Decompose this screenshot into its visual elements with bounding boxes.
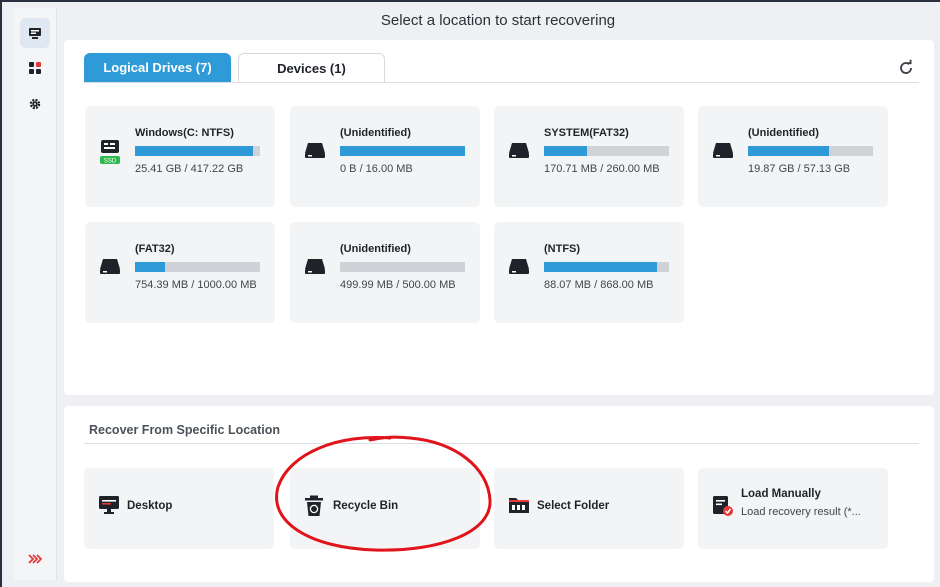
hdd-icon [305, 143, 325, 158]
location-select-folder[interactable]: Select Folder [494, 468, 684, 549]
ssd-badge: SSD [104, 159, 117, 165]
page-title: Select a location to start recovering [380, 12, 616, 29]
drive-card[interactable]: SSD Windows(C: NTFS) 25.41 GB / 417.22 G… [85, 106, 275, 207]
window-left-border [0, 0, 2, 587]
drive-usage-bar [135, 262, 260, 272]
hdd-icon [100, 259, 120, 274]
ssd-drive-icon: SSD [100, 140, 120, 165]
sidebar-item-drives[interactable] [20, 18, 50, 48]
window-top-border [0, 0, 940, 2]
drive-usage-bar [340, 262, 465, 272]
refresh-icon [900, 59, 912, 74]
folder-icon [509, 498, 529, 513]
drive-usage-bar [544, 262, 669, 272]
location-load-manually[interactable]: Load Manually Load recovery result (*... [698, 468, 888, 549]
apps-icon [29, 62, 41, 74]
drive-usage-bar [544, 146, 669, 156]
drive-card[interactable]: (Unidentified) 19.87 GB / 57.13 GB [698, 106, 888, 207]
hdd-icon [713, 143, 733, 158]
drive-usage-bar [340, 146, 465, 156]
section-divider [84, 443, 919, 444]
drive-size: 499.99 MB / 500.00 MB [340, 279, 456, 291]
drive-usage-fill [135, 146, 253, 156]
drive-usage-fill [544, 262, 657, 272]
drive-size: 170.71 MB / 260.00 MB [544, 163, 660, 175]
drive-card[interactable]: (Unidentified) 499.99 MB / 500.00 MB [290, 222, 480, 323]
drive-card[interactable]: SYSTEM(FAT32) 170.71 MB / 260.00 MB [494, 106, 684, 207]
drive-icon [29, 27, 41, 39]
location-recycle-bin[interactable]: Recycle Bin [290, 468, 480, 549]
drive-usage-bar [135, 146, 260, 156]
drives-panel: Logical Drives (7) Devices (1) SSD Windo… [64, 40, 934, 395]
drive-size: 19.87 GB / 57.13 GB [748, 163, 851, 175]
refresh-button[interactable] [896, 58, 916, 78]
specific-location-panel: Recover From Specific Location Desktop R… [64, 406, 934, 582]
sidebar-expand-button[interactable] [20, 544, 50, 574]
drive-name: (Unidentified) [340, 243, 411, 255]
drive-size: 25.41 GB / 417.22 GB [135, 163, 244, 175]
drive-card[interactable]: (Unidentified) 0 B / 16.00 MB [290, 106, 480, 207]
drive-card[interactable]: (FAT32) 754.39 MB / 1000.00 MB [85, 222, 275, 323]
tab-divider [84, 82, 919, 83]
hdd-icon [509, 259, 529, 274]
location-label: Desktop [127, 500, 173, 512]
drive-name: Windows(C: NTFS) [135, 127, 234, 139]
location-sublabel: Load recovery result (*... [741, 506, 861, 518]
drive-usage-fill [748, 146, 830, 156]
drive-usage-fill [135, 262, 165, 272]
drive-name: (Unidentified) [340, 127, 411, 139]
tab-devices[interactable]: Devices (1) [238, 53, 385, 82]
expand-chevrons-icon [28, 554, 42, 564]
gear-icon [29, 98, 41, 110]
drive-size: 0 B / 16.00 MB [340, 163, 413, 175]
section-title: Recover From Specific Location [89, 423, 281, 437]
drive-name: SYSTEM(FAT32) [544, 127, 629, 139]
location-desktop[interactable]: Desktop [84, 468, 274, 549]
drive-size: 88.07 MB / 868.00 MB [544, 279, 654, 291]
sidebar [14, 8, 57, 580]
hdd-icon [305, 259, 325, 274]
drive-name: (NTFS) [544, 243, 581, 255]
hdd-icon [509, 143, 529, 158]
drive-name: (FAT32) [135, 243, 175, 255]
tab-logical-drives[interactable]: Logical Drives (7) [84, 53, 231, 82]
drive-usage-fill [340, 146, 465, 156]
recycle-bin-icon [305, 495, 323, 516]
sidebar-item-settings[interactable] [20, 89, 50, 119]
drive-name: (Unidentified) [748, 127, 819, 139]
sidebar-item-apps[interactable] [20, 53, 50, 83]
desktop-icon [99, 496, 119, 514]
location-label: Select Folder [537, 500, 610, 512]
drive-usage-bar [748, 146, 873, 156]
drive-usage-fill [544, 146, 587, 156]
drive-size: 754.39 MB / 1000.00 MB [135, 279, 257, 291]
location-label: Recycle Bin [333, 500, 399, 512]
drive-card[interactable]: (NTFS) 88.07 MB / 868.00 MB [494, 222, 684, 323]
load-manually-icon [713, 496, 733, 516]
location-label: Load Manually [741, 488, 821, 500]
